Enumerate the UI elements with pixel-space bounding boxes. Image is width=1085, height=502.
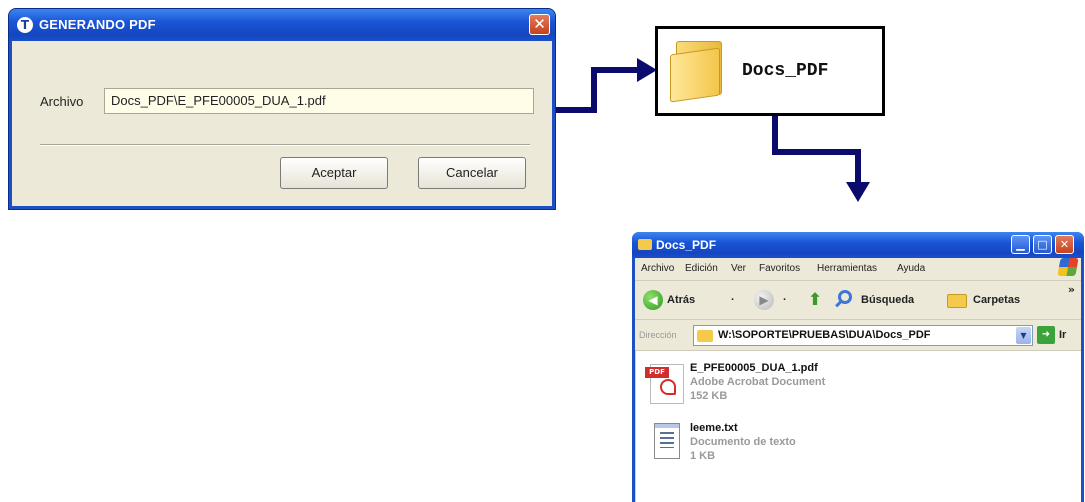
menu-item-ayuda[interactable]: Ayuda [897,258,925,280]
close-icon: ✕ [1059,238,1070,251]
explorer-window: Docs_PDF ▁ □ ✕ Archivo Edición Ver Favor… [632,232,1084,502]
menu-bar: Archivo Edición Ver Favoritos Herramient… [635,258,1081,281]
folder-callout: Docs_PDF [655,26,885,116]
toolbar: ◀ Atrás · ▶ · ⬆ Búsqueda Carpetas » [635,281,1081,320]
menu-item-edicion[interactable]: Edición [685,258,718,280]
file-list: PDF E_PFE00005_DUA_1.pdf Adobe Acrobat D… [635,351,1081,502]
text-file-icon [654,423,680,459]
menu-item-favoritos[interactable]: Favoritos [759,258,800,280]
explorer-close-button[interactable]: ✕ [1055,235,1074,254]
menu-item-archivo[interactable]: Archivo [641,258,674,280]
folder-icon [638,239,652,250]
arrowhead-to-explorer [846,182,870,202]
go-button-label[interactable]: Ir [1059,328,1066,342]
file-type: Documento de texto [690,436,796,448]
back-arrow-icon[interactable]: ◀ [643,290,663,310]
menu-item-ver[interactable]: Ver [731,258,746,280]
forward-dropdown-icon[interactable]: · [783,291,787,309]
arrow-folder-to-explorer [772,116,861,182]
go-arrow-icon[interactable]: ➜ [1037,326,1055,344]
folder-icon [670,39,728,103]
file-name: leeme.txt [690,422,738,434]
address-bar: Dirección W:\SOPORTE\PRUEBAS\DUA\Docs_PD… [635,320,1081,351]
folders-button-label[interactable]: Carpetas [973,291,1020,309]
file-type: Adobe Acrobat Document [690,376,826,388]
search-button-label[interactable]: Búsqueda [861,291,914,309]
folder-icon [697,330,713,342]
back-dropdown-icon[interactable]: · [731,291,735,309]
menu-item-herramientas[interactable]: Herramientas [817,258,877,280]
pdf-file-icon: PDF [645,364,684,404]
search-icon[interactable] [838,290,852,304]
back-button-label[interactable]: Atrás [667,291,695,309]
folder-callout-label: Docs_PDF [742,61,829,81]
address-dropdown-icon[interactable]: ▼ [1016,327,1031,344]
arrowhead-to-folder [637,58,657,82]
arrow-dialog-to-folder [556,67,637,113]
list-item[interactable]: PDF E_PFE00005_DUA_1.pdf Adobe Acrobat D… [640,361,1040,421]
file-size: 152 KB [690,390,728,402]
address-input[interactable]: W:\SOPORTE\PRUEBAS\DUA\Docs_PDF ▼ [693,325,1033,346]
forward-arrow-icon[interactable]: ▶ [754,290,774,310]
file-name: E_PFE00005_DUA_1.pdf [690,362,818,374]
file-size: 1 KB [690,450,716,462]
windows-logo-icon [1057,258,1079,276]
minimize-icon: ▁ [1016,238,1025,251]
address-label: Dirección [639,330,677,340]
toolbar-overflow-icon[interactable]: » [1068,284,1075,296]
folders-icon[interactable] [947,294,967,308]
minimize-button[interactable]: ▁ [1011,235,1030,254]
address-value: W:\SOPORTE\PRUEBAS\DUA\Docs_PDF [718,329,931,341]
maximize-button[interactable]: □ [1033,235,1052,254]
list-item[interactable]: leeme.txt Documento de texto 1 KB [640,421,1040,481]
up-folder-icon[interactable]: ⬆ [805,289,825,311]
explorer-content: Archivo Edición Ver Favoritos Herramient… [635,258,1081,502]
explorer-title: Docs_PDF [656,238,717,252]
explorer-title-bar[interactable]: Docs_PDF ▁ □ ✕ [632,232,1084,258]
maximize-icon: □ [1037,238,1048,251]
